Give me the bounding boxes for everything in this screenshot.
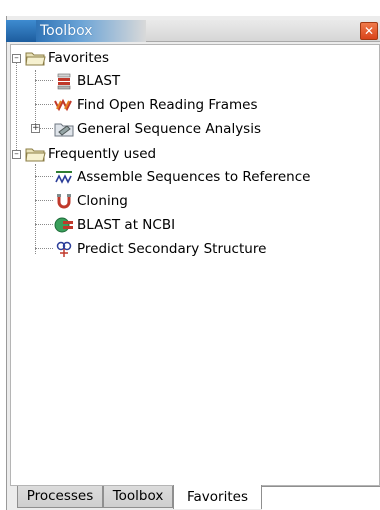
- tree-line: [40, 128, 53, 129]
- tree-item-label: BLAST: [77, 73, 121, 89]
- orf-icon: [54, 96, 74, 114]
- tree-item-cloning[interactable]: Cloning: [54, 191, 128, 211]
- cloning-icon: [54, 192, 74, 210]
- tree-folder-label: Favorites: [48, 50, 109, 66]
- tab-favorites[interactable]: Favorites: [173, 485, 262, 509]
- top-strip: [0, 0, 380, 16]
- collapse-frequently-used-button[interactable]: –: [12, 150, 21, 159]
- tab-label: Toolbox: [112, 488, 164, 504]
- tree-item-label: Cloning: [77, 193, 128, 209]
- tree-item-label: Predict Secondary Structure: [77, 241, 267, 257]
- blast-icon: [54, 72, 74, 90]
- tree-item-label: General Sequence Analysis: [77, 121, 261, 137]
- tree-line: [35, 70, 36, 130]
- tree-line: [35, 248, 53, 249]
- assemble-icon: [54, 168, 74, 186]
- tree-folder-frequently-used[interactable]: Frequently used: [25, 144, 156, 164]
- tree-item-find-open-reading-frames[interactable]: Find Open Reading Frames: [54, 95, 257, 115]
- tree-item-general-sequence-analysis[interactable]: General Sequence Analysis: [54, 119, 261, 139]
- open-folder-icon: [25, 49, 46, 67]
- close-button[interactable]: ✕: [360, 22, 378, 40]
- tree-line: [35, 200, 53, 201]
- panel-title: Toolbox: [40, 23, 93, 39]
- open-folder-icon: [25, 145, 46, 163]
- title-bar-accent: [6, 20, 36, 42]
- close-icon: ✕: [363, 24, 375, 38]
- tree-line: [35, 176, 53, 177]
- tree-line: [35, 80, 53, 81]
- tab-toolbox[interactable]: Toolbox: [103, 486, 173, 508]
- tree-line: [35, 164, 36, 254]
- secondary-structure-icon: [54, 240, 74, 258]
- tree-item-label: Find Open Reading Frames: [77, 97, 258, 113]
- tab-label: Favorites: [187, 489, 248, 505]
- tree-item-blast-at-ncbi[interactable]: BLAST at NCBI: [54, 215, 175, 235]
- tree-item-blast[interactable]: BLAST: [54, 71, 120, 91]
- tree-item-label: Assemble Sequences to Reference: [77, 169, 311, 185]
- folder-tools-icon: [54, 120, 74, 138]
- tree-item-predict-secondary-structure[interactable]: Predict Secondary Structure: [54, 239, 266, 259]
- tree-item-label: BLAST at NCBI: [77, 217, 176, 233]
- tree-line: [35, 224, 53, 225]
- blast-ncbi-icon: [54, 216, 74, 234]
- tab-label: Processes: [26, 488, 94, 504]
- tree-line: [16, 62, 17, 154]
- tab-processes[interactable]: Processes: [17, 486, 103, 508]
- collapse-favorites-button[interactable]: –: [12, 54, 21, 63]
- tree-item-assemble-sequences[interactable]: Assemble Sequences to Reference: [54, 167, 310, 187]
- tree-line: [35, 104, 53, 105]
- tree-folder-label: Frequently used: [48, 146, 157, 162]
- tree-folder-favorites[interactable]: Favorites: [25, 48, 109, 68]
- expand-general-sequence-analysis-button[interactable]: +: [31, 124, 40, 133]
- tab-bar-filler: [262, 486, 380, 510]
